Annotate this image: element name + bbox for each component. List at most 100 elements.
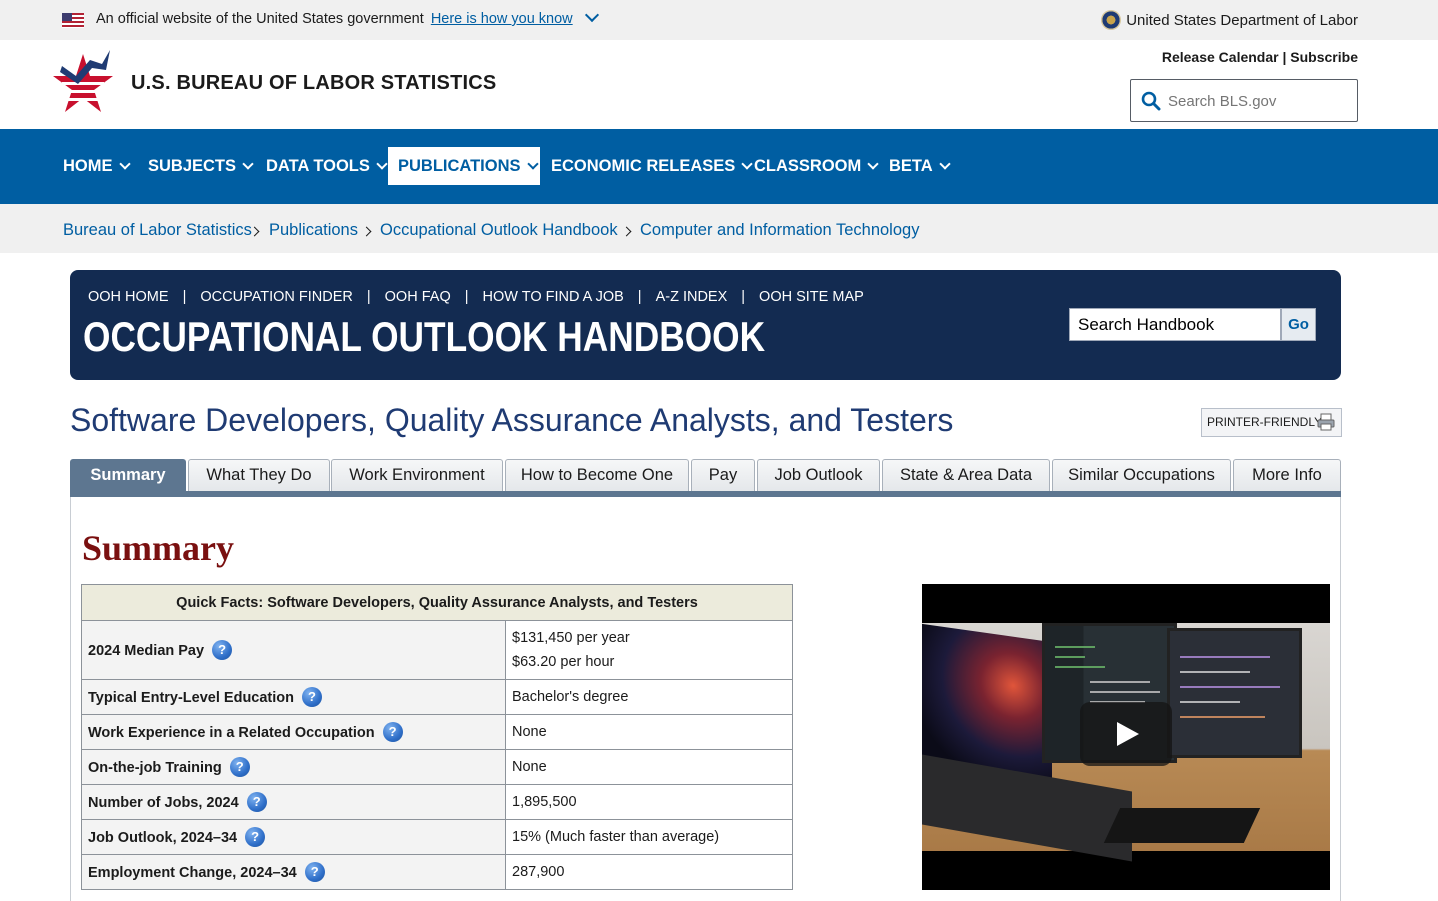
bls-star-logo-icon[interactable] [52,46,114,116]
handbook-search-go-button[interactable]: Go [1281,308,1316,341]
row-label: Employment Change, 2024–34? [81,854,506,890]
chevron-down-icon [118,158,131,170]
help-icon[interactable]: ? [212,640,233,660]
row-label: Typical Entry-Level Education? [81,679,506,715]
tab-how-to-become-one[interactable]: How to Become One [505,459,689,492]
dol-seal-icon [1101,10,1122,30]
tab-state-area-data[interactable]: State & Area Data [882,459,1050,492]
ooh-link-separator: | [741,289,746,305]
nav-publications-label: PUBLICATIONS [398,157,521,175]
nav-publications[interactable]: PUBLICATIONS [388,147,540,185]
help-icon[interactable]: ? [382,722,403,742]
tab-more-info[interactable]: More Info [1233,459,1341,492]
chevron-down-icon [867,158,879,170]
nav-home[interactable]: HOME [53,147,139,185]
site-title[interactable]: U.S. BUREAU OF LABOR STATISTICS [131,72,496,95]
nav-subjects-label: SUBJECTS [148,157,237,175]
tab-what-they-do[interactable]: What They Do [188,459,330,492]
nav-classroom[interactable]: CLASSROOM [744,147,887,185]
chevron-down-icon [376,158,388,170]
occupation-finder-link[interactable]: OCCUPATION FINDER [200,289,353,305]
nav-beta[interactable]: BETA [879,147,959,185]
employment-change-label: Employment Change, 2024–34 [88,865,297,881]
chevron-down-icon [242,158,254,170]
training-label: On-the-job Training [88,760,222,776]
az-index-link[interactable]: A-Z INDEX [656,289,728,305]
nav-subjects[interactable]: SUBJECTS [138,147,262,185]
row-value: None [505,749,793,785]
row-value: 15% (Much faster than average) [505,819,793,855]
ooh-banner: OOH HOME | OCCUPATION FINDER | OOH FAQ | HOW T… [70,270,1341,380]
nav-beta-label: BETA [889,157,933,175]
gov-banner-text: An official website of the United States… [96,7,599,27]
help-icon[interactable]: ? [246,792,267,812]
ooh-title[interactable]: OCCUPATIONAL OUTLOOK HANDBOOK [83,313,765,361]
ooh-link-separator: | [366,289,371,305]
subscribe-link[interactable]: Subscribe [1290,49,1358,65]
tab-similar-occupations[interactable]: Similar Occupations [1052,459,1231,492]
table-row: Employment Change, 2024–34? 287,900 [81,854,793,890]
gov-banner-label: An official website of the United States… [96,11,424,27]
row-label: On-the-job Training? [81,749,506,785]
chevron-down-icon [939,158,951,170]
table-row: On-the-job Training? None [81,749,793,785]
median-pay-label: 2024 Median Pay [88,643,205,659]
play-button[interactable] [1080,702,1172,766]
printer-friendly-label: PRINTER-FRIENDLY [1207,415,1323,429]
thumbnail-monitor-right [1167,628,1302,758]
breadcrumb-bls[interactable]: Bureau of Labor Statistics [63,221,252,240]
help-icon[interactable]: ? [229,757,250,777]
release-calendar-link[interactable]: Release Calendar [1162,49,1279,65]
tab-summary[interactable]: Summary [70,459,186,492]
chevron-down-icon [526,158,539,170]
handbook-search-input[interactable] [1069,308,1281,341]
row-label: 2024 Median Pay? [81,620,506,680]
number-of-jobs-label: Number of Jobs, 2024 [88,795,239,811]
dol-link[interactable]: United States Department of Labor [1101,10,1358,30]
quick-facts-caption: Quick Facts: Software Developers, Qualit… [81,584,793,621]
help-icon[interactable]: ? [245,827,266,847]
row-label: Work Experience in a Related Occupation? [81,714,506,750]
video-player[interactable] [922,584,1330,890]
tab-job-outlook[interactable]: Job Outlook [757,459,880,492]
search-icon[interactable] [1141,91,1161,111]
how-you-know-link[interactable]: Here is how you know [431,11,573,27]
row-label: Job Outlook, 2024–34? [81,819,506,855]
us-flag-icon [62,13,84,28]
table-row: Typical Entry-Level Education? Bachelor'… [81,679,793,715]
ooh-link-separator: | [182,289,187,305]
printer-friendly-button[interactable]: PRINTER-FRIENDLY [1201,408,1342,437]
site-search-input[interactable] [1168,88,1348,114]
table-row: 2024 Median Pay? $131,450 per year $63.20… [81,620,793,680]
chevron-right-icon [621,226,632,237]
ooh-faq-link[interactable]: OOH FAQ [385,289,451,305]
row-value: $131,450 per year $63.20 per hour [505,620,793,680]
row-value: 287,900 [505,854,793,890]
nav-economic-releases[interactable]: ECONOMIC RELEASES [541,147,761,185]
breadcrumb-ooh[interactable]: Occupational Outlook Handbook [380,221,618,240]
find-a-job-link[interactable]: HOW TO FIND A JOB [483,289,624,305]
breadcrumb-publications[interactable]: Publications [269,221,358,240]
work-experience-label: Work Experience in a Related Occupation [88,725,375,741]
quick-facts-table: Quick Facts: Software Developers, Qualit… [81,584,793,890]
site-search-box[interactable] [1130,79,1358,122]
printer-icon [1317,413,1335,431]
row-value: Bachelor's degree [505,679,793,715]
breadcrumb-computer-it[interactable]: Computer and Information Technology [640,221,919,240]
utility-links: Release Calendar | Subscribe [1162,49,1358,65]
chevron-down-icon[interactable] [584,7,599,23]
table-row: Job Outlook, 2024–34? 15% (Much faster t… [81,819,793,855]
nav-classroom-label: CLASSROOM [754,157,862,175]
help-icon[interactable]: ? [304,862,325,882]
tab-pay[interactable]: Pay [691,459,755,492]
nav-data-tools[interactable]: DATA TOOLS [256,147,396,185]
summary-heading: Summary [82,528,234,568]
tab-work-environment[interactable]: Work Environment [331,459,503,492]
education-label: Typical Entry-Level Education [88,690,295,706]
ooh-site-map-link[interactable]: OOH SITE MAP [759,289,864,305]
row-label: Number of Jobs, 2024? [81,784,506,820]
dol-label: United States Department of Labor [1126,12,1358,29]
nav-home-label: HOME [63,157,113,175]
help-icon[interactable]: ? [302,687,323,707]
ooh-home-link[interactable]: OOH HOME [88,289,169,305]
